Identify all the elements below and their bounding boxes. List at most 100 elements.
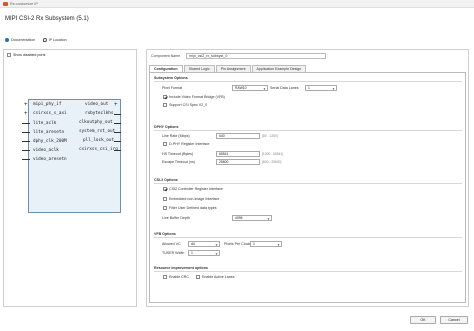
config-tabs: Configuration Shared Logic Pin Assignmen… xyxy=(149,65,307,72)
chevron-down-icon: ▼ xyxy=(277,243,280,247)
tuser-width-select[interactable]: 1 ▼ xyxy=(188,250,220,256)
checkbox-box[interactable] xyxy=(163,197,167,201)
app-icon xyxy=(3,2,8,6)
port-rxbyteclkhs: rxbyteclkhs xyxy=(85,111,114,116)
component-name-label: Component Name xyxy=(151,54,181,58)
serial-data-lanes-label: Serial Data Lanes xyxy=(270,86,299,90)
show-disabled-ports-checkbox[interactable]: Show disabled ports xyxy=(7,53,45,57)
hs-timeout-input[interactable]: 65541 xyxy=(216,151,260,157)
embedded-non-image-checkbox[interactable]: Embedded non-image Interface xyxy=(163,197,219,201)
expand-icon[interactable]: + xyxy=(114,102,118,108)
divider xyxy=(154,237,462,238)
divider xyxy=(154,271,462,272)
ip-title: MIPI CSI-2 Rx Subsystem (5.1) xyxy=(5,16,89,22)
tuser-width-label: TUSER Width xyxy=(162,251,185,255)
pin-line xyxy=(22,159,30,160)
checkbox-box[interactable] xyxy=(163,206,167,210)
port-system-rst-out: system_rst_out xyxy=(79,129,116,134)
pin-line xyxy=(114,113,121,115)
escape-timeout-input[interactable]: 25600 xyxy=(216,159,260,165)
csi2-options-heading: CSI-2 Options xyxy=(154,178,178,182)
divider xyxy=(154,130,462,131)
chevron-down-icon: ▼ xyxy=(332,87,335,91)
expand-icon[interactable]: + xyxy=(24,102,28,108)
subsystem-options-heading: Subsystem Options xyxy=(154,76,188,80)
checkbox-box[interactable] xyxy=(196,275,200,279)
port-video-aresetn: video_aresetn xyxy=(33,156,67,162)
pin-line xyxy=(22,123,30,124)
line-rate-input[interactable]: 640 xyxy=(216,133,260,139)
escape-timeout-label: Escape Timeout (ns) xyxy=(162,160,195,164)
pin-line xyxy=(114,122,121,124)
pixels-per-clock-label: Pixels Per Clock xyxy=(224,242,251,246)
configuration-tab-body: Subsystem Options Pixel Format RAW10 ▼ Se… xyxy=(149,72,466,303)
line-rate-label: Line Rate (Mbps) xyxy=(162,134,190,138)
line-rate-range: [80 - 1250] xyxy=(262,134,278,138)
checkbox-box[interactable] xyxy=(163,103,167,107)
port-video-out: video_out xyxy=(85,102,109,107)
divider xyxy=(154,81,462,82)
expand-icon[interactable]: + xyxy=(24,111,28,117)
port-lite-aresetn: lite_aresetn xyxy=(33,129,65,135)
port-lite-aclk: lite_aclk xyxy=(33,120,57,126)
pin-line xyxy=(114,149,121,151)
component-name-row: Component Name mipi_csi2_rx_subsyst_0 xyxy=(151,53,327,59)
pixel-format-select[interactable]: RAW10 ▼ xyxy=(232,85,268,91)
chevron-down-icon: ▼ xyxy=(215,243,218,247)
port-dphy-clk-200m: dphy_clk_200M xyxy=(33,138,67,144)
info-icon xyxy=(5,38,9,42)
checkbox-box[interactable] xyxy=(7,53,11,57)
component-name-input[interactable]: mipi_csi2_rx_subsyst_0 xyxy=(186,53,327,59)
enable-active-lanes-checkbox[interactable]: Enable Active Lanes xyxy=(196,275,235,279)
escape-timeout-range: [800 - 25600] xyxy=(262,160,282,164)
allowed-vc-label: Allowed VC xyxy=(162,242,181,246)
cancel-button[interactable]: Cancel xyxy=(440,316,468,324)
port-csirxss-s-axi: csirxss_s_axi xyxy=(33,111,67,116)
pin-line xyxy=(22,150,30,151)
dphy-options-heading: DPHY Options xyxy=(154,125,179,129)
filter-user-defined-checkbox[interactable]: Filter User Defined data types xyxy=(163,206,217,210)
ip-location-link[interactable]: IP Location xyxy=(43,38,67,42)
tab-configuration[interactable]: Configuration xyxy=(149,65,183,72)
hs-timeout-label: HS Timeout (Bytes) xyxy=(162,152,194,156)
tab-shared-logic[interactable]: Shared Logic xyxy=(183,65,215,72)
chevron-down-icon: ▼ xyxy=(263,87,266,91)
checkbox-box[interactable] xyxy=(163,275,167,279)
window-title: Re-customize IP xyxy=(10,1,38,6)
hs-timeout-range: [1000 - 65541] xyxy=(262,152,284,156)
chevron-down-icon: ▼ xyxy=(215,252,218,256)
checkbox-box[interactable] xyxy=(163,142,167,146)
tab-application-example-design[interactable]: Application Example Design xyxy=(251,65,307,72)
pin-line xyxy=(114,131,121,133)
configuration-panel: Component Name mipi_csi2_rx_subsyst_0 Co… xyxy=(146,49,469,307)
location-icon xyxy=(43,38,47,42)
port-csirxss-csi-irq: csirxss_csi_irq xyxy=(79,147,118,152)
allowed-vc-select[interactable]: All ▼ xyxy=(188,241,220,247)
ip-block-symbol: + mipi_phy_if + csirxss_s_axi lite_aclk … xyxy=(22,99,121,213)
csi2-controller-register-checkbox[interactable]: CSI2 Controller Register Interface xyxy=(163,187,223,191)
support-csi-spec-checkbox[interactable]: Support CSI Spec V2_0 xyxy=(163,103,207,107)
include-vfb-checkbox[interactable]: Include Video Format Bridge (VFB) xyxy=(163,95,225,99)
documentation-link[interactable]: Documentation xyxy=(5,38,35,42)
dphy-register-interface-checkbox[interactable]: D-PHY Register Interface xyxy=(163,142,209,146)
pixels-per-clock-select[interactable]: 1 ▼ xyxy=(250,241,282,247)
line-buffer-depth-select[interactable]: 4096 ▼ xyxy=(232,215,272,221)
pin-line xyxy=(22,132,30,133)
pin-line xyxy=(114,140,121,142)
resource-options-heading: Resource Improvement options xyxy=(154,266,208,270)
serial-data-lanes-select[interactable]: 1 ▼ xyxy=(305,85,337,91)
checkbox-box[interactable] xyxy=(163,95,167,99)
chevron-down-icon: ▼ xyxy=(267,217,270,221)
port-clkoutphy-out: clkoutphy_out xyxy=(79,120,113,125)
pixel-format-label: Pixel Format xyxy=(162,86,183,90)
vfb-options-heading: VFB Options xyxy=(154,232,176,236)
line-buffer-depth-label: Line Buffer Depth xyxy=(162,216,190,220)
checkbox-box[interactable] xyxy=(163,187,167,191)
enable-crc-checkbox[interactable]: Enable CRC xyxy=(163,275,189,279)
pin-line xyxy=(22,141,30,142)
window-titlebar: Re-customize IP xyxy=(0,0,474,8)
ok-button[interactable]: OK xyxy=(410,316,436,324)
tab-pin-assignment[interactable]: Pin Assignment xyxy=(215,65,251,72)
divider xyxy=(154,183,462,184)
port-pll-lock-out: pll_lock_out xyxy=(83,138,115,143)
